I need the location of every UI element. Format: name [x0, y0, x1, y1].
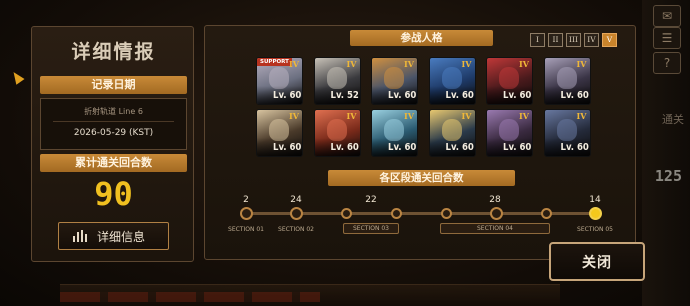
- section-node: [588, 207, 602, 220]
- close-button[interactable]: 关闭: [549, 242, 645, 281]
- persona-card[interactable]: IV Lv. 60: [543, 109, 591, 157]
- tier-button-i[interactable]: I: [530, 33, 545, 47]
- bar-chart-icon: [73, 230, 87, 242]
- persona-card[interactable]: IV Lv. 60: [486, 109, 533, 157]
- persona-level: Lv. 60: [503, 90, 532, 101]
- date-divider: [53, 121, 174, 122]
- section-rounds: 2: [243, 195, 249, 205]
- persona-level: Lv. 60: [273, 142, 302, 153]
- detail-info-button[interactable]: 详细信息: [58, 222, 169, 250]
- section-node: [390, 208, 402, 219]
- section-node: [340, 208, 352, 219]
- persona-rank: IV: [289, 59, 299, 69]
- persona-card[interactable]: IV Lv. 60: [428, 109, 476, 157]
- section-node: [440, 208, 452, 219]
- support-tag: SUPPORT: [257, 58, 292, 66]
- section-label: SECTION 01: [228, 226, 264, 233]
- persona-card[interactable]: IV Lv. 60: [543, 57, 591, 105]
- section-rounds: 24: [290, 195, 302, 205]
- section-rounds: 28: [489, 195, 501, 205]
- persona-card[interactable]: IV Lv. 60: [256, 109, 303, 157]
- section-rounds: 14: [589, 195, 601, 205]
- detail-info-panel: 详细情报 记录日期 折射轨道 Line 6 2026-05-29 (KST) 累…: [31, 26, 194, 262]
- section-label: SECTION 04: [440, 223, 550, 234]
- persona-level: Lv. 52: [330, 90, 359, 101]
- record-date-box: 折射轨道 Line 6 2026-05-29 (KST): [40, 98, 187, 150]
- persona-rank: IV: [519, 111, 529, 121]
- persona-level: Lv. 60: [503, 142, 532, 153]
- persona-rank: IV: [576, 59, 587, 69]
- tier-button-iii[interactable]: III: [566, 33, 581, 47]
- personas-header: 参战人格: [350, 30, 493, 46]
- persona-level: Lv. 60: [388, 142, 417, 153]
- persona-rank: IV: [346, 59, 357, 69]
- section-node: [489, 207, 503, 220]
- persona-card[interactable]: IV Lv. 52: [313, 57, 361, 105]
- mail-icon[interactable]: ✉: [653, 5, 681, 27]
- bottom-bar-stripe: [60, 292, 320, 302]
- persona-rank: IV: [404, 111, 414, 121]
- detail-info-button-label: 详细信息: [97, 229, 146, 244]
- persona-card[interactable]: IV Lv. 60: [371, 57, 418, 105]
- record-date-label: 记录日期: [40, 76, 187, 94]
- track-name: 折射轨道 Line 6: [84, 107, 143, 116]
- panel-title: 详细情报: [71, 41, 156, 63]
- side-count: 125: [654, 167, 682, 185]
- help-icon[interactable]: ?: [653, 52, 681, 74]
- tier-button-iv[interactable]: IV: [584, 33, 599, 47]
- sections-header: 各区段通关回合数: [328, 170, 515, 186]
- persona-card[interactable]: SUPPORT IV Lv. 60: [256, 57, 303, 105]
- persona-level: Lv. 60: [388, 90, 417, 101]
- tier-button-v[interactable]: V: [602, 33, 617, 47]
- tier-button-ii[interactable]: II: [548, 33, 563, 47]
- persona-rank: IV: [576, 111, 587, 121]
- section-rounds: 22: [365, 195, 377, 205]
- persona-rank: IV: [461, 59, 472, 69]
- section-node: [239, 207, 253, 220]
- persona-level: Lv. 60: [330, 142, 359, 153]
- total-rounds-label: 累计通关回合数: [40, 154, 187, 172]
- tier-selector: I II III IV V: [530, 33, 617, 47]
- persona-rank: IV: [404, 59, 414, 69]
- persona-level: Lv. 60: [560, 90, 589, 101]
- section-node: [540, 208, 552, 219]
- persona-rank: IV: [461, 111, 472, 121]
- persona-rank: IV: [289, 111, 299, 121]
- persona-level: Lv. 60: [445, 142, 474, 153]
- persona-rank: IV: [519, 59, 529, 69]
- total-rounds-value: 90: [94, 175, 133, 213]
- date-value: 2026-05-29 (KST): [73, 128, 154, 138]
- section-label: SECTION 03: [343, 223, 399, 234]
- persona-level: Lv. 60: [560, 142, 589, 153]
- section-label: SECTION 02: [278, 226, 314, 233]
- side-faded-label: 通关: [662, 113, 684, 126]
- persona-card[interactable]: IV Lv. 60: [313, 109, 361, 157]
- persona-card[interactable]: IV Lv. 60: [428, 57, 476, 105]
- persona-card[interactable]: IV Lv. 60: [371, 109, 418, 157]
- persona-rank: IV: [346, 111, 357, 121]
- persona-card[interactable]: IV Lv. 60: [486, 57, 533, 105]
- persona-level: Lv. 60: [273, 90, 302, 101]
- section-label: SECTION 05: [577, 226, 613, 233]
- persona-level: Lv. 60: [445, 90, 474, 101]
- section-node: [289, 207, 303, 220]
- menu-icon[interactable]: ☰: [653, 27, 681, 49]
